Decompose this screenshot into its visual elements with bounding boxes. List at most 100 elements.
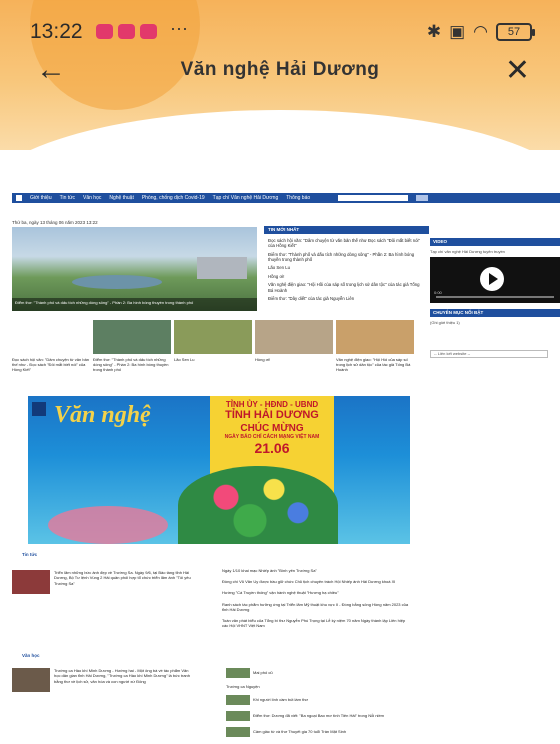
video-time: 0:00	[434, 290, 442, 295]
thumbnail-caption[interactable]: Lão Sen Lu	[174, 357, 252, 362]
title-bar: ← Văn nghệ Hải Dương ✕	[0, 53, 560, 89]
article-list-text[interactable]: Khi người lính cầm bút làm thơ	[253, 697, 308, 702]
notification-icon	[96, 24, 113, 39]
thumbnail-item[interactable]: Văn nghệ điện giao: "Hội Hồi của sáp số …	[336, 320, 414, 390]
featured-header: CHUYÊN MỤC NỔI BẬT	[430, 309, 560, 317]
nav-item[interactable]: Nghệ thuật	[109, 195, 133, 201]
article-list-item[interactable]: Cảm giác từ và thơ Thuyết gia 70 tuổi Tr…	[226, 727, 416, 738]
featured-sub[interactable]: (Ghi giới thiệu 1)	[430, 320, 560, 325]
play-icon[interactable]	[480, 267, 504, 291]
article-list-text[interactable]: Cảm giác từ và thơ Thuyết gia 70 tuổi Tr…	[253, 729, 346, 734]
vibrate-icon: ▣	[449, 22, 466, 41]
home-icon[interactable]	[16, 195, 22, 201]
news-item[interactable]: Lão Sen Lu	[268, 265, 425, 270]
app-header: 13:22 ··· ✱ ▣ ◠ 57 ← Văn nghệ Hải Dương …	[0, 0, 560, 150]
thumbnail-item[interactable]: Điểm thơ: "Thành phố và dấu tích những d…	[93, 320, 171, 390]
latest-news-header: TIN MỚI NHẤT	[264, 226, 429, 234]
thumbnail-row: Đọc sách hội văn: "Dâm chuyện từ văn bản…	[12, 320, 430, 390]
article-list: Ngày 1/10 khai mạc Nhiếp ảnh "Bình yên T…	[222, 568, 412, 634]
notification-icon	[118, 24, 135, 39]
webview-content[interactable]: Giới thiệu Tin tức Văn học Nghệ thuật Ph…	[0, 150, 560, 744]
thumbnail-image	[93, 320, 171, 354]
article-list-item[interactable]: Khi người lính cầm bút làm thơ	[226, 695, 416, 706]
news-item[interactable]: Văn nghệ điện giao: "Hội Hồi của sáp số …	[268, 282, 425, 293]
wifi-icon: ◠	[473, 22, 488, 41]
news-item[interactable]: Hồng ơi!	[268, 274, 425, 279]
thumbnail-caption[interactable]: Văn nghệ điện giao: "Hội Hồi của sáp số …	[336, 357, 414, 373]
nav-item[interactable]: Tạp chí Văn nghệ Hải Dương	[213, 195, 279, 201]
thumbnail-caption[interactable]: Đọc sách hội văn: "Dâm chuyện từ văn bản…	[12, 357, 90, 373]
hero-lake	[72, 275, 162, 289]
notification-icons	[96, 24, 157, 39]
article-list-text[interactable]: Trường ca Nguyện	[226, 684, 260, 689]
section-label[interactable]: Tin tức	[22, 552, 37, 557]
article-list-item[interactable]: Hướng "Cá Truyền thống" vận hành nghệ th…	[222, 590, 412, 595]
article-list-item[interactable]: Đồng chí Vũ Văn Uy được bầu giữ chức Chủ…	[222, 579, 412, 584]
thumbnail-item[interactable]: Đọc sách hội văn: "Dâm chuyện từ văn bản…	[12, 320, 90, 390]
article-list-item[interactable]: Điểm thơ: Dương đã viết: "Ba ngoại Bao m…	[226, 711, 416, 722]
video-header: VIDEO	[430, 238, 560, 246]
promo-banner[interactable]: Văn nghệ TỈNH ỦY - HĐND - UBND TỈNH HẢI …	[28, 396, 410, 544]
article-thumbnail	[226, 695, 250, 706]
hero-caption[interactable]: Điểm thơ: "Thành phố và dấu tích những d…	[12, 298, 257, 311]
article-thumbnail	[226, 727, 250, 738]
notification-icon	[140, 24, 157, 39]
notification-more: ···	[170, 18, 188, 38]
news-item[interactable]: Đọc sách hội văn: "Dâm chuyện từ văn bản…	[268, 238, 425, 249]
close-icon[interactable]: ✕	[505, 53, 530, 88]
bluetooth-icon: ✱	[426, 22, 442, 41]
article-card[interactable]: Trường ca Hào khí Minh Dương - Hướng hai…	[12, 668, 212, 708]
lotus-decoration	[48, 506, 168, 544]
article-card[interactable]: Triển lãm những bức ảnh đẹp về Trường Sa…	[12, 570, 212, 610]
latest-news-box: TIN MỚI NHẤT Đọc sách hội văn: "Dâm chuy…	[264, 226, 429, 312]
article-list: Mai phố cũ Trường ca Nguyện Khi người lí…	[226, 668, 416, 743]
magazine-logo-icon	[32, 402, 46, 416]
video-progress-bar[interactable]	[436, 296, 554, 298]
article-thumbnail	[226, 711, 250, 722]
news-item[interactable]: Điểm thơ: "Dây diết" của tác giả Nguyễn …	[268, 296, 425, 301]
article-list-item[interactable]: Ngày 1/10 khai mạc Nhiếp ảnh "Bình yên T…	[222, 568, 412, 573]
page-title: Văn nghệ Hải Dương	[180, 59, 380, 80]
article-list-item[interactable]: Ranh sách tác phẩm hưởng ứng tại Triển l…	[222, 602, 412, 612]
latest-news-list: Đọc sách hội văn: "Dâm chuyện từ văn bản…	[264, 234, 429, 308]
news-item[interactable]: Điểm thơ: "Thành phố và dấu tích những d…	[268, 252, 425, 263]
thumbnail-item[interactable]: Lão Sen Lu	[174, 320, 252, 390]
video-player[interactable]: 0:00	[430, 257, 560, 303]
video-subtitle: Tạp chí văn nghệ Hải Dương tuyên truyền	[430, 249, 505, 254]
nav-item[interactable]: Giới thiệu	[30, 195, 52, 201]
system-icons: ✱ ▣ ◠ 57	[426, 22, 535, 42]
site-search-button[interactable]	[416, 195, 429, 201]
nav-item[interactable]: Thông báo	[286, 195, 310, 201]
website-link-select[interactable]: -- Liên kết website --	[430, 350, 548, 358]
banner-line: CHÚC MỪNG	[240, 423, 304, 434]
hero-city	[197, 257, 247, 279]
banner-line: TỈNH HẢI DƯƠNG	[225, 409, 319, 421]
site-nav-bar: Giới thiệu Tin tức Văn học Nghệ thuật Ph…	[12, 193, 560, 203]
thumbnail-image	[336, 320, 414, 354]
thumbnail-image	[12, 320, 90, 354]
thumbnail-item[interactable]: Hồng ơi!	[255, 320, 333, 390]
date-line: Thứ ba, ngày 13 tháng 06 năm 2023 13:22	[12, 220, 98, 225]
section-label[interactable]: Văn học	[22, 653, 40, 658]
article-list-item[interactable]: Trường ca Nguyện	[226, 684, 416, 689]
nav-item[interactable]: Phòng, chống dịch Covid-19	[142, 195, 205, 201]
hero-image[interactable]: Điểm thơ: "Thành phố và dấu tích những d…	[12, 227, 257, 311]
article-list-item[interactable]: Toàn văn phát biểu của Tổng bí thư Nguyễ…	[222, 618, 412, 628]
banner-line: TỈNH ỦY - HĐND - UBND	[225, 400, 319, 409]
article-image	[12, 570, 50, 594]
status-bar: 13:22 ··· ✱ ▣ ◠ 57	[0, 18, 560, 48]
thumbnail-caption[interactable]: Điểm thơ: "Thành phố và dấu tích những d…	[93, 357, 171, 373]
article-text[interactable]: Triển lãm những bức ảnh đẹp về Trường Sa…	[54, 570, 194, 586]
article-text[interactable]: Trường ca Hào khí Minh Dương - Hướng hai…	[54, 668, 194, 684]
sidebar: VIDEO Tạp chí văn nghệ Hải Dương tuyên t…	[430, 238, 560, 358]
article-list-text[interactable]: Điểm thơ: Dương đã viết: "Ba ngoại Bao m…	[253, 713, 384, 718]
thumbnail-image	[174, 320, 252, 354]
thumbnail-image	[255, 320, 333, 354]
article-thumbnail	[226, 668, 250, 678]
article-list-item[interactable]: Mai phố cũ	[226, 668, 416, 678]
nav-item[interactable]: Văn học	[83, 195, 101, 201]
article-list-text[interactable]: Mai phố cũ	[253, 670, 273, 675]
site-search-input[interactable]	[338, 195, 409, 201]
nav-item[interactable]: Tin tức	[60, 195, 75, 201]
thumbnail-caption[interactable]: Hồng ơi!	[255, 357, 333, 362]
